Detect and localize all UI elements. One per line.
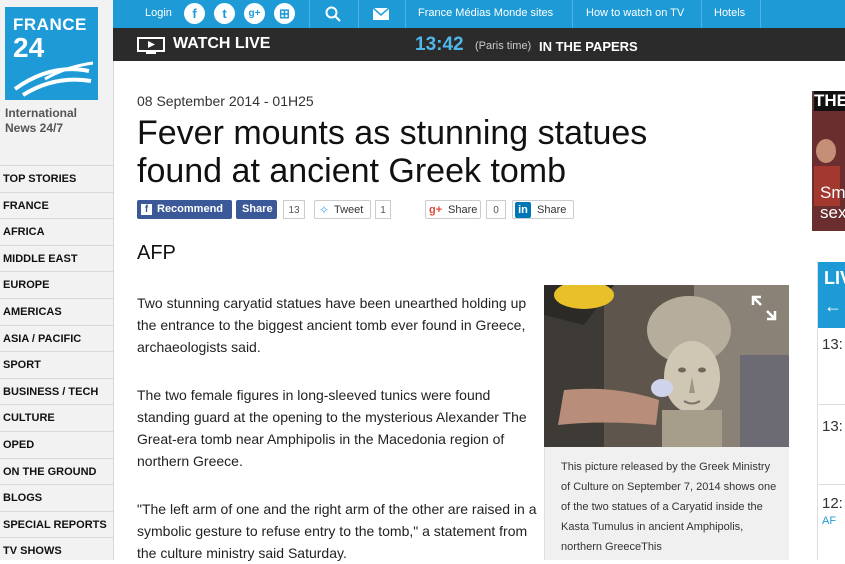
facebook-icon: f — [141, 204, 152, 215]
gplus-share-label: Share — [448, 204, 478, 216]
sidebar: FRANCE 24 International News 24/7 TOP ST… — [0, 0, 114, 560]
nav-item-culture[interactable]: CULTURE — [0, 404, 113, 431]
article-paragraph: "The left arm of one and the right arm o… — [137, 501, 537, 561]
mail-icon[interactable] — [373, 8, 389, 20]
live-header: LIV ← — [818, 262, 845, 328]
top-bar: Login f t g+ ⊞ France Médias Monde sites… — [113, 0, 845, 28]
tweet-button[interactable]: ✧ Tweet — [314, 200, 371, 219]
live-bar: WATCH LIVE 13:42 (Paris time) IN THE PAP… — [113, 28, 845, 61]
main-nav: TOP STORIES FRANCE AFRICA MIDDLE EAST EUROPE… — [0, 165, 113, 564]
feature-title: THE — [814, 91, 845, 111]
divider — [760, 0, 761, 28]
divider — [818, 484, 845, 485]
france-medias-monde-link[interactable]: France Médias Monde sites — [418, 0, 553, 28]
nav-item-france[interactable]: FRANCE — [0, 191, 113, 219]
nav-item-on-the-ground[interactable]: ON THE GROUND — [0, 457, 113, 485]
divider — [818, 404, 845, 405]
nav-item-americas[interactable]: AMERICAS — [0, 297, 113, 325]
facebook-share-count: 13 — [283, 200, 305, 219]
divider — [572, 0, 573, 28]
live-item-source: AF — [822, 515, 837, 527]
live-news-panel: LIV ← 13: 13: 12: AF — [817, 262, 845, 560]
france24-logo[interactable]: FRANCE 24 — [5, 7, 98, 100]
article-source: AFP — [137, 242, 176, 264]
article-title: Fever mounts as stunning statues found a… — [137, 114, 648, 190]
divider — [309, 0, 310, 28]
nav-item-africa[interactable]: AFRICA — [0, 218, 113, 245]
article-photo[interactable] — [544, 285, 789, 447]
live-label: LIV — [824, 268, 845, 288]
photo-caption: This picture released by the Greek Minis… — [544, 447, 789, 560]
logo-text-24: 24 — [13, 32, 45, 63]
nav-item-middle-east[interactable]: MIDDLE EAST — [0, 244, 113, 272]
nav-item-business-tech[interactable]: BUSINESS / TECH — [0, 377, 113, 405]
nav-item-blogs[interactable]: BLOGS — [0, 484, 113, 511]
arrow-left-icon[interactable]: ← — [824, 296, 842, 317]
twitter-icon[interactable]: t — [214, 3, 235, 24]
timezone-label: (Paris time) — [475, 40, 532, 52]
facebook-icon[interactable]: f — [184, 3, 205, 24]
tweet-count: 1 — [375, 200, 391, 219]
divider — [358, 0, 359, 28]
expand-icon[interactable] — [750, 294, 778, 322]
twitter-bird-icon: ✧ — [319, 203, 330, 217]
google-plus-count: 0 — [486, 200, 506, 219]
hotels-link[interactable]: Hotels — [714, 0, 745, 28]
facebook-recommend-button[interactable]: f Recommend — [137, 200, 232, 219]
login-link[interactable]: Login — [145, 0, 172, 28]
tv-icon[interactable] — [137, 37, 165, 54]
live-item-time[interactable]: 13: — [822, 336, 843, 353]
windows-icon[interactable]: ⊞ — [274, 3, 295, 24]
linkedin-share-button[interactable]: in Share — [512, 200, 574, 219]
article-paragraph: Two stunning caryatid statues have been … — [137, 295, 527, 355]
nav-item-sport[interactable]: SPORT — [0, 351, 113, 378]
tagline: International News 24/7 — [5, 106, 78, 135]
nav-item-europe[interactable]: EUROPE — [0, 271, 113, 298]
linkedin-icon: in — [515, 202, 531, 218]
nav-item-asia-pacific[interactable]: ASIA / PACIFIC — [0, 324, 113, 352]
how-to-watch-link[interactable]: How to watch on TV — [586, 0, 684, 28]
right-feature-thumbnail[interactable]: THE Sm sex — [812, 91, 845, 231]
nav-item-special-reports[interactable]: SPECIAL REPORTS — [0, 510, 113, 538]
clock-time: 13:42 — [415, 34, 464, 55]
article-paragraph: The two female figures in long-sleeved t… — [137, 387, 527, 469]
divider — [701, 0, 702, 28]
feature-text: Sm sex — [820, 183, 845, 222]
linkedin-share-label: Share — [537, 204, 567, 216]
nav-item-oped[interactable]: OPED — [0, 430, 113, 458]
divider — [405, 0, 406, 28]
google-plus-icon: g+ — [429, 204, 443, 216]
nav-item-top-stories[interactable]: TOP STORIES — [0, 165, 113, 192]
article-date: 08 September 2014 - 01H25 — [137, 93, 314, 109]
google-plus-icon[interactable]: g+ — [244, 3, 265, 24]
search-icon[interactable] — [325, 6, 341, 22]
live-item-time[interactable]: 12: — [822, 495, 843, 512]
in-the-papers-link[interactable]: IN THE PAPERS — [539, 39, 638, 54]
tweet-label: Tweet — [334, 204, 364, 216]
google-plus-share-button[interactable]: g+ Share — [425, 200, 481, 219]
watch-live-button[interactable]: WATCH LIVE — [173, 35, 270, 53]
facebook-share-button[interactable]: Share — [236, 200, 277, 219]
live-item-time[interactable]: 13: — [822, 418, 843, 435]
recommend-label: Recommend — [157, 203, 224, 215]
